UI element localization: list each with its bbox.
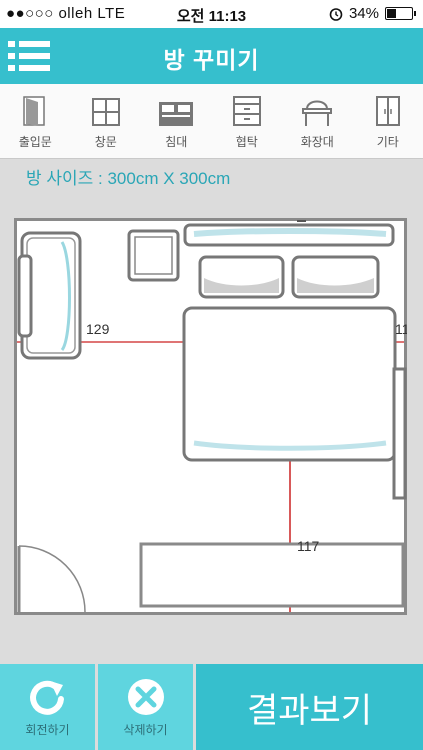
- nightstand[interactable]: [127, 229, 180, 282]
- tool-other[interactable]: 기타: [353, 84, 423, 158]
- rotate-label: 회전하기: [25, 722, 70, 737]
- alarm-icon: [329, 7, 343, 21]
- floor-plan-canvas: [17, 220, 407, 613]
- tool-bed[interactable]: 침대: [141, 84, 212, 158]
- delete-button[interactable]: 삭제하기: [98, 664, 193, 750]
- status-bar: ●●○○○ olleh LTE 오전 11:13 34%: [0, 0, 423, 28]
- battery-icon: [385, 7, 416, 20]
- left-cabinet[interactable]: [17, 231, 82, 360]
- dimension-right-gap: 11: [395, 321, 407, 337]
- tool-label: 창문: [94, 135, 117, 149]
- right-wall-cabinet[interactable]: [392, 367, 407, 500]
- window-icon: [91, 98, 120, 126]
- view-result-button[interactable]: 결과보기: [196, 664, 423, 750]
- wardrobe-icon: [375, 96, 400, 126]
- bottom-action-bar: 회전하기 삭제하기 결과보기: [0, 664, 423, 750]
- page-title: 방 꾸미기: [163, 47, 260, 73]
- bed-icon: [159, 102, 194, 126]
- dimension-bottom-gap: 117: [297, 538, 320, 554]
- room-size-label: 방 사이즈 : 300cm X 300cm: [26, 169, 231, 188]
- dimension-left-gap: 129: [86, 321, 110, 337]
- battery-percent: 34%: [348, 5, 379, 22]
- tool-door[interactable]: 출입문: [0, 84, 71, 158]
- tool-vanity[interactable]: 화장대: [282, 84, 353, 158]
- door[interactable]: [17, 545, 86, 613]
- delete-label: 삭제하기: [123, 722, 168, 737]
- delete-icon: [127, 678, 164, 715]
- tool-label: 침대: [165, 135, 188, 149]
- tool-label: 출입문: [18, 135, 52, 149]
- long-cabinet[interactable]: [139, 542, 405, 608]
- door-icon: [23, 96, 45, 126]
- tool-nightstand[interactable]: 협탁: [212, 84, 283, 158]
- tool-window[interactable]: 창문: [71, 84, 142, 158]
- rotate-button[interactable]: 회전하기: [0, 664, 95, 750]
- room-floor-plan[interactable]: 129 117 11: [14, 218, 407, 615]
- furniture-toolbar: 출입문 창문 침대 협탁 화장대 기타: [0, 84, 423, 159]
- vanity-icon: [302, 100, 333, 126]
- tool-label: 기타: [376, 135, 399, 149]
- nightstand-icon: [232, 96, 261, 126]
- tool-label: 협탁: [235, 135, 258, 149]
- rotate-icon: [29, 680, 64, 715]
- status-right: 34%: [329, 5, 416, 22]
- nav-bar: 방 꾸미기: [0, 28, 423, 84]
- bed[interactable]: [182, 223, 397, 462]
- tool-label: 화장대: [300, 135, 334, 149]
